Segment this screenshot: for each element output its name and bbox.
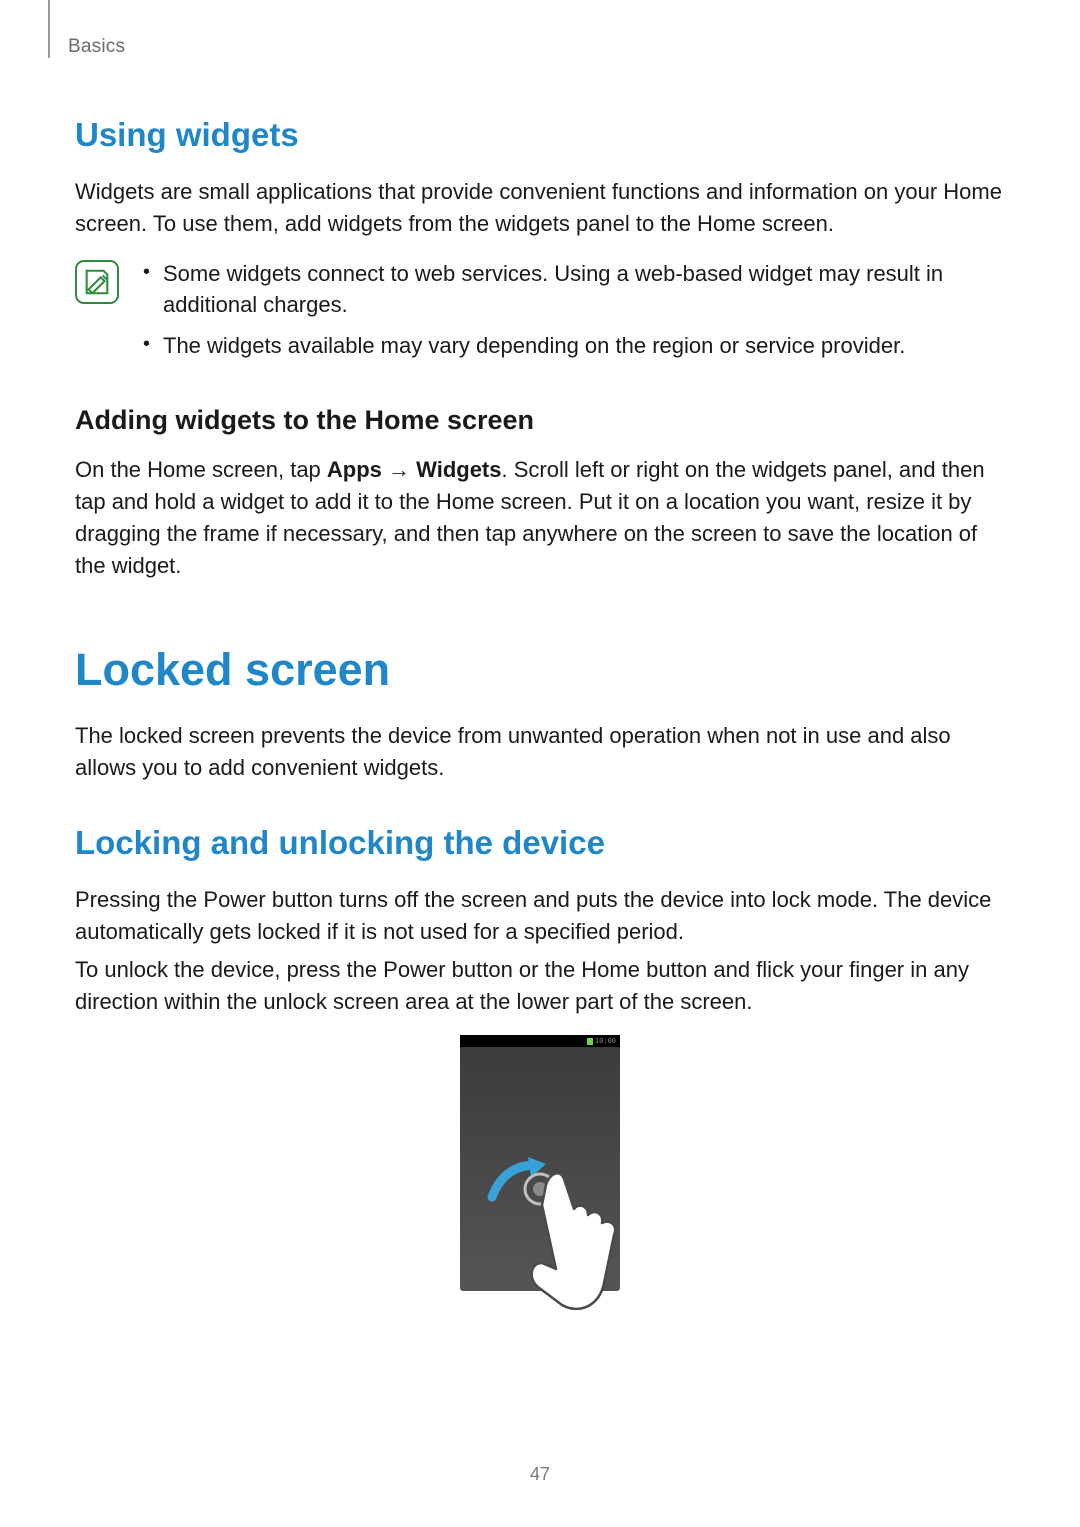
note-block: Some widgets connect to web services. Us…	[75, 258, 1005, 372]
status-bar: 10:00	[460, 1035, 620, 1047]
memo-icon	[82, 267, 112, 297]
para-lock-p2: To unlock the device, press the Power bu…	[75, 954, 1005, 1018]
text: On the Home screen, tap	[75, 457, 327, 482]
para-widgets-intro: Widgets are small applications that prov…	[75, 176, 1005, 240]
arrow-text: →	[382, 457, 416, 482]
status-time: 10:00	[595, 1037, 616, 1045]
bold-apps: Apps	[327, 457, 382, 482]
heading-locking-unlocking: Locking and unlocking the device	[75, 824, 1005, 862]
para-adding-widgets: On the Home screen, tap Apps → Widgets. …	[75, 454, 1005, 582]
note-item: The widgets available may vary depending…	[141, 330, 1005, 361]
page-number: 47	[0, 1464, 1080, 1485]
bold-widgets: Widgets	[416, 457, 501, 482]
para-locked-intro: The locked screen prevents the device fr…	[75, 720, 1005, 784]
heading-adding-widgets: Adding widgets to the Home screen	[75, 405, 1005, 436]
battery-icon	[587, 1038, 593, 1045]
figure-unlock: 10:00	[75, 1035, 1005, 1291]
document-page: Basics Using widgets Widgets are small a…	[0, 0, 1080, 1527]
para-lock-p1: Pressing the Power button turns off the …	[75, 884, 1005, 948]
content: Using widgets Widgets are small applicat…	[75, 36, 1005, 1291]
breadcrumb: Basics	[68, 36, 125, 58]
phone-mock: 10:00	[460, 1035, 620, 1291]
note-item: Some widgets connect to web services. Us…	[141, 258, 1005, 320]
hand-icon	[520, 1155, 640, 1325]
heading-locked-screen: Locked screen	[75, 644, 1005, 696]
header-rule	[48, 0, 50, 58]
note-icon	[75, 260, 119, 304]
note-list: Some widgets connect to web services. Us…	[141, 258, 1005, 372]
heading-using-widgets: Using widgets	[75, 116, 1005, 154]
